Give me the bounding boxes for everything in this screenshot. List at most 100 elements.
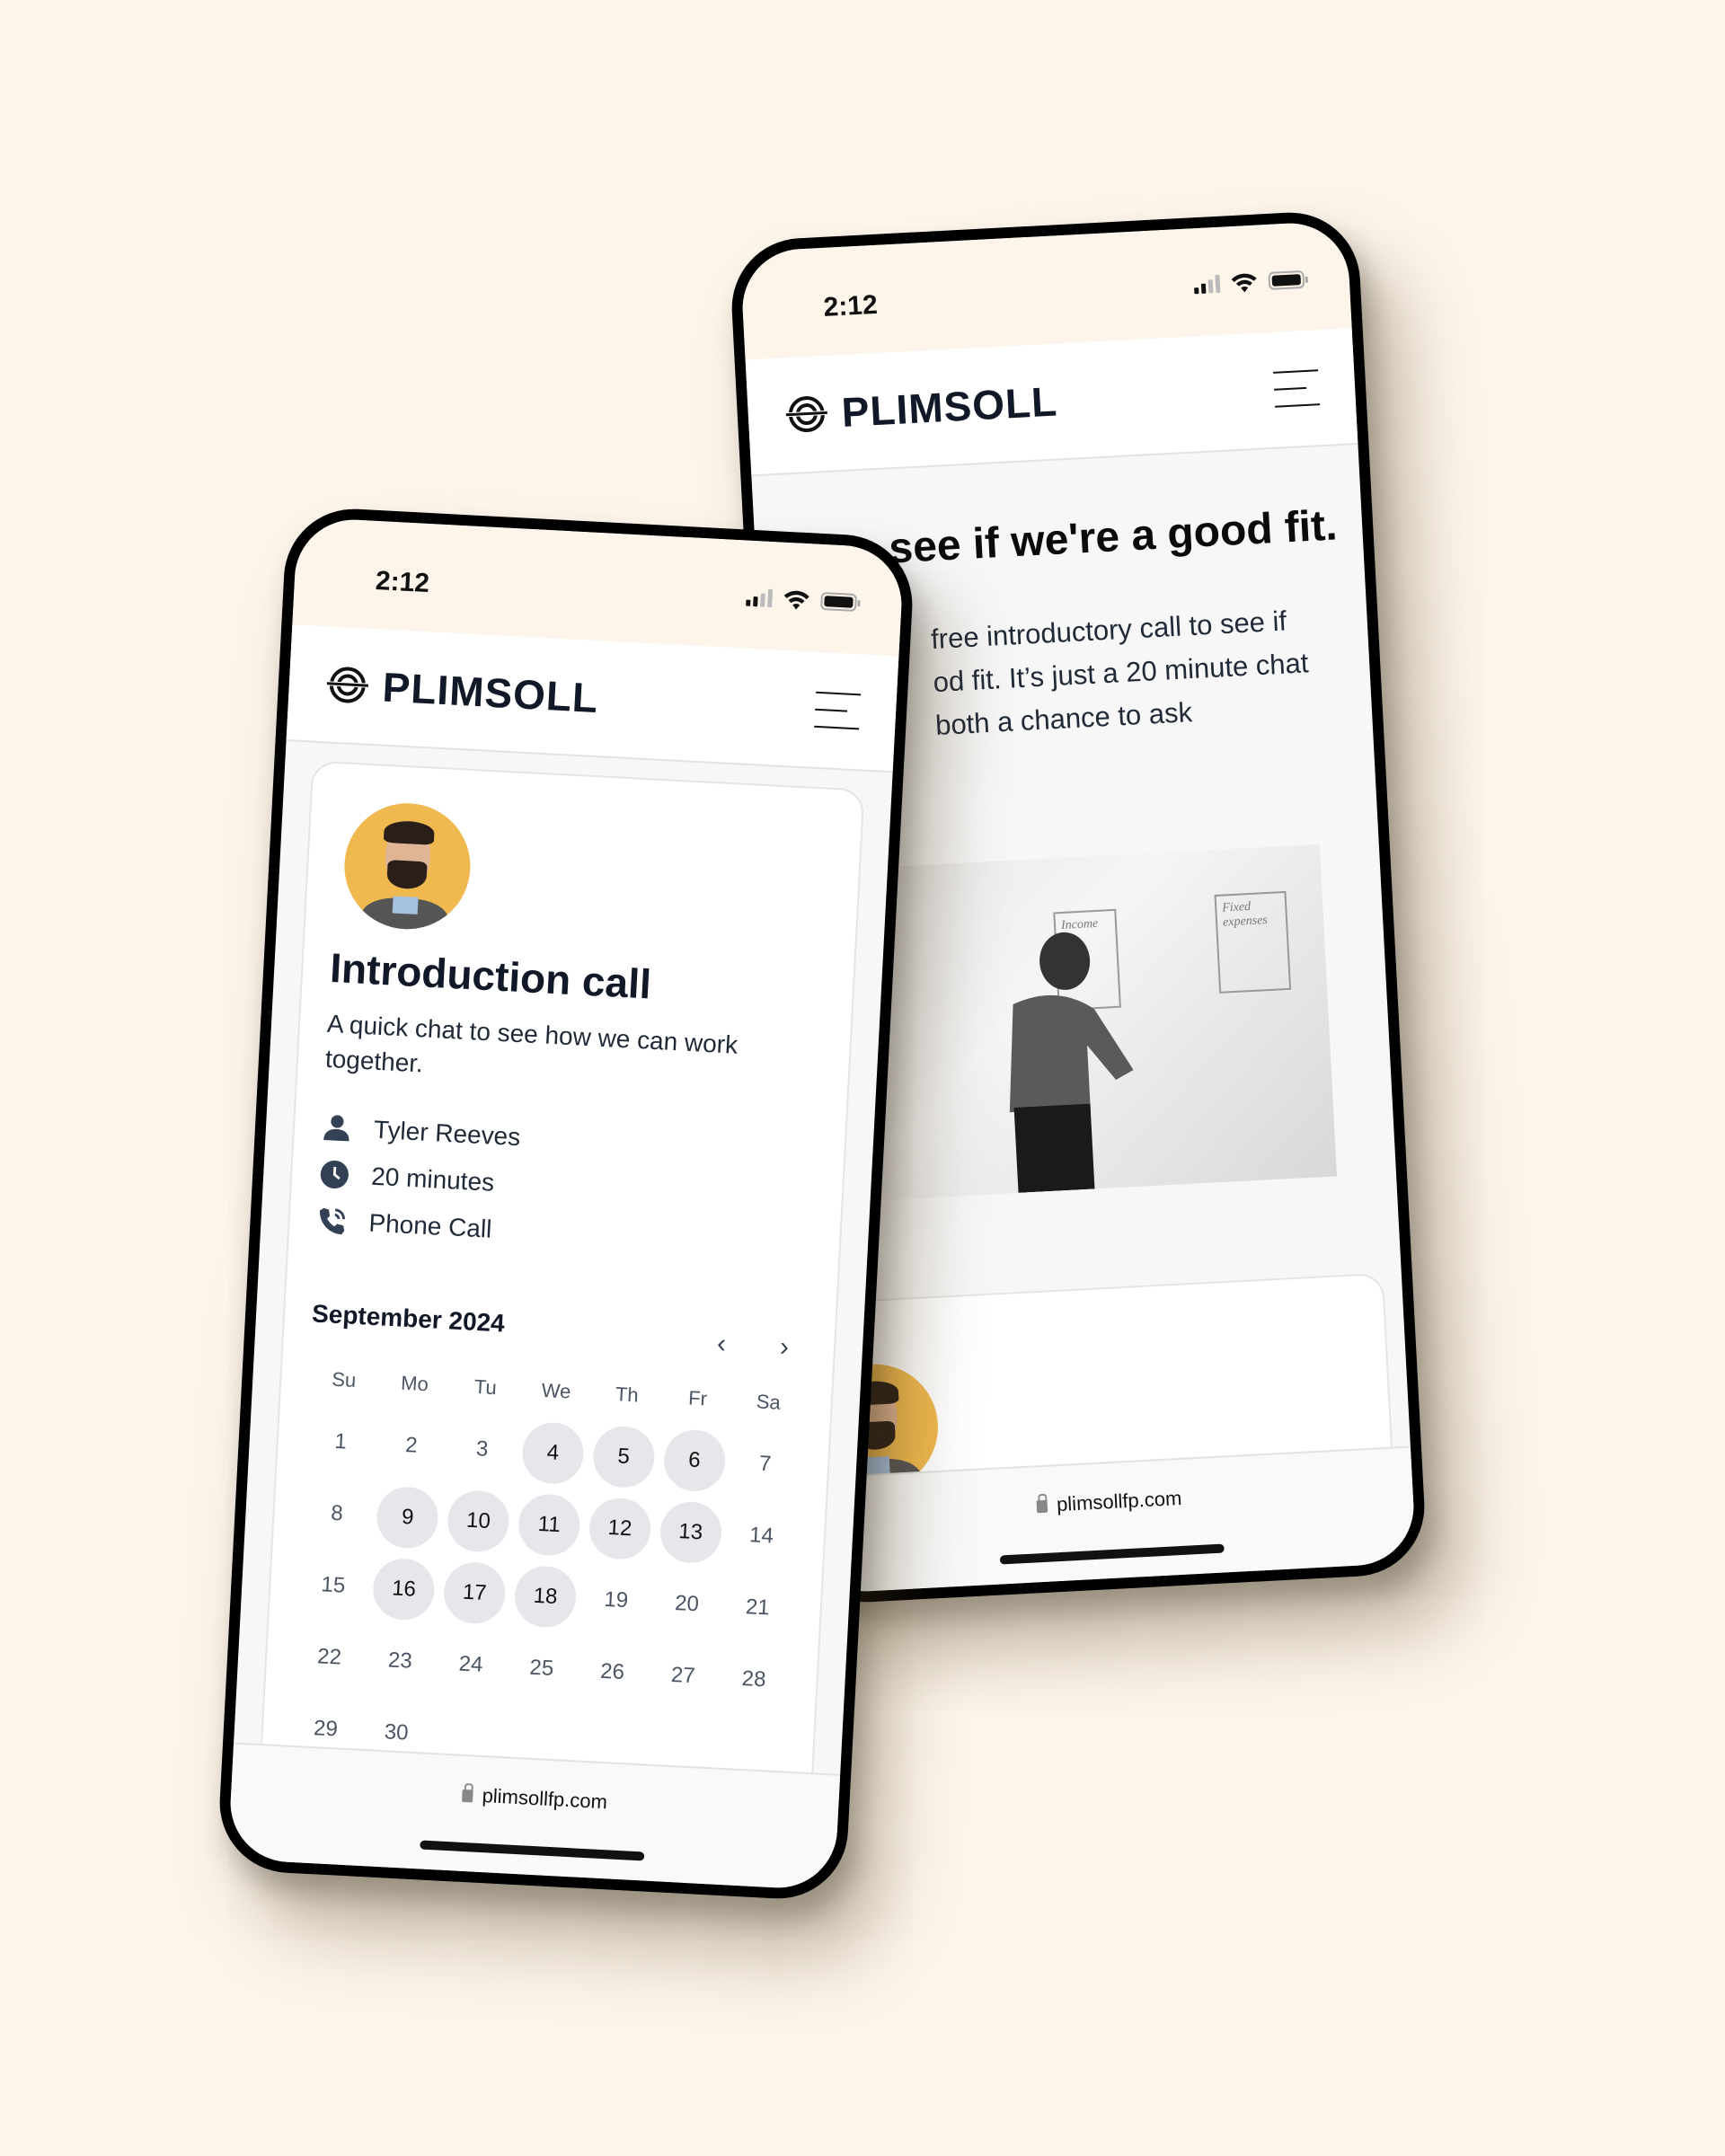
calendar-day-available[interactable]: 12 [583, 1495, 658, 1563]
person-icon [323, 1115, 349, 1142]
calendar-day: 21 [721, 1574, 795, 1642]
calendar-day: 8 [300, 1480, 375, 1548]
day-number: 12 [588, 1497, 652, 1561]
day-number: 13 [658, 1500, 723, 1565]
home-indicator[interactable] [999, 1543, 1225, 1565]
calendar-day-available[interactable]: 4 [516, 1419, 590, 1488]
calendar-month: September 2024 [311, 1299, 506, 1338]
calendar-day: 26 [575, 1639, 650, 1707]
calendar-day: 25 [505, 1635, 579, 1703]
cellular-signal-icon [1193, 274, 1221, 295]
wifi-icon [783, 590, 809, 610]
calendar-day: 23 [363, 1627, 438, 1695]
person-figure [1009, 932, 1134, 1193]
front-phone: 2:12 PLIMSOLL Introduction call A quick … [216, 505, 916, 1903]
day-number: 21 [745, 1595, 771, 1621]
calendar-day-available[interactable]: 13 [653, 1498, 728, 1567]
chevron-right-icon[interactable]: › [779, 1332, 790, 1363]
host-avatar [341, 800, 473, 932]
brand-name: PLIMSOLL [840, 377, 1059, 436]
calendar-grid: Su Mo Tu We Th Fr Sa 1 2 3 4 5 6 7 8 9 10 11 12 13 14 15 16 17 1… [288, 1356, 805, 1786]
day-number: 4 [520, 1421, 586, 1486]
plimsoll-line-icon [324, 667, 371, 703]
day-number: 22 [316, 1644, 342, 1670]
day-number: 7 [758, 1452, 773, 1477]
calendar-day-available[interactable]: 5 [587, 1423, 661, 1491]
calendar-header: September 2024 ‹ › [311, 1290, 809, 1365]
hamburger-menu-icon[interactable] [1273, 369, 1321, 408]
day-number: 2 [404, 1433, 419, 1459]
weekday-label: Mo [400, 1372, 429, 1396]
chevron-left-icon[interactable]: ‹ [716, 1329, 727, 1359]
day-number: 24 [458, 1651, 484, 1678]
location-text: Phone Call [367, 1208, 493, 1244]
brand-name: PLIMSOLL [381, 663, 600, 722]
day-number: 16 [371, 1557, 437, 1622]
calendar-day-available[interactable]: 16 [367, 1556, 441, 1624]
calendar-day-available[interactable]: 18 [509, 1563, 583, 1631]
calendar-day: 22 [292, 1623, 367, 1692]
wifi-icon [1231, 273, 1257, 293]
battery-icon [819, 591, 857, 612]
day-number: 9 [375, 1485, 440, 1551]
calendar-day: 19 [579, 1567, 654, 1635]
calendar-day: 27 [646, 1642, 721, 1710]
weekday-label: Sa [756, 1390, 782, 1415]
day-number: 20 [674, 1591, 700, 1617]
calendar-day: 7 [728, 1430, 802, 1498]
calendar-day-available[interactable]: 17 [438, 1560, 512, 1628]
day-number: 1 [333, 1429, 348, 1454]
day-number: 14 [748, 1523, 774, 1549]
meta-host: Tyler Reeves [321, 1112, 818, 1169]
phone-call-icon [320, 1208, 345, 1235]
whiteboard-note-fixed-expenses: Fixed expenses [1214, 890, 1292, 994]
home-indicator[interactable] [420, 1840, 645, 1861]
calendar-day: 2 [375, 1412, 449, 1480]
clock-icon [320, 1161, 349, 1189]
brand-logo[interactable]: PLIMSOLL [783, 376, 1058, 439]
calendar-day: 1 [304, 1409, 378, 1477]
host-name: Tyler Reeves [373, 1116, 522, 1152]
front-phone-screen: 2:12 PLIMSOLL Introduction call A quick … [227, 517, 905, 1891]
calendar-day-available[interactable]: 11 [512, 1491, 587, 1560]
calendar-day: 20 [650, 1570, 724, 1639]
day-number: 3 [475, 1436, 490, 1462]
weekday-label: Fr [687, 1386, 708, 1410]
calendar-day-available[interactable]: 6 [658, 1427, 732, 1495]
day-number: 6 [662, 1428, 727, 1493]
day-number: 17 [442, 1560, 508, 1626]
cellular-signal-icon [746, 588, 774, 608]
lock-icon [1036, 1499, 1048, 1514]
day-number: 27 [670, 1663, 696, 1689]
day-number: 18 [513, 1565, 578, 1630]
lock-icon [462, 1789, 474, 1803]
calendar-day: 3 [445, 1416, 519, 1484]
day-number: 8 [330, 1501, 344, 1526]
day-number: 10 [446, 1489, 511, 1554]
booking-card: Introduction call A quick chat to see ho… [255, 760, 865, 1867]
day-number: 23 [387, 1648, 413, 1674]
calendar-day: 24 [434, 1631, 509, 1700]
battery-icon [1268, 270, 1305, 290]
url-text: plimsollfp.com [482, 1784, 608, 1814]
url-text: plimsollfp.com [1056, 1486, 1182, 1516]
day-number: 26 [599, 1659, 625, 1685]
weekday-label: Su [331, 1368, 357, 1392]
whiteboard-photo: Income Fixed expenses [835, 844, 1338, 1202]
weekday-label: Th [615, 1383, 640, 1407]
calendar-day-available[interactable]: 9 [370, 1484, 445, 1552]
calendar-day: 28 [717, 1646, 792, 1714]
day-number: 19 [603, 1587, 629, 1613]
calendar-day: 14 [724, 1502, 799, 1570]
status-time: 2:12 [822, 289, 879, 323]
event-title: Introduction call [329, 943, 653, 1008]
meta-duration: 20 minutes [318, 1159, 815, 1215]
calendar-day: 15 [296, 1551, 371, 1620]
brand-logo[interactable]: PLIMSOLL [324, 659, 600, 722]
weekday-label: We [541, 1379, 571, 1403]
day-number: 28 [741, 1666, 767, 1692]
meta-location: Phone Call [316, 1206, 813, 1262]
hamburger-menu-icon[interactable] [814, 691, 862, 730]
day-number: 5 [591, 1425, 656, 1489]
calendar-day-available[interactable]: 10 [441, 1488, 516, 1556]
